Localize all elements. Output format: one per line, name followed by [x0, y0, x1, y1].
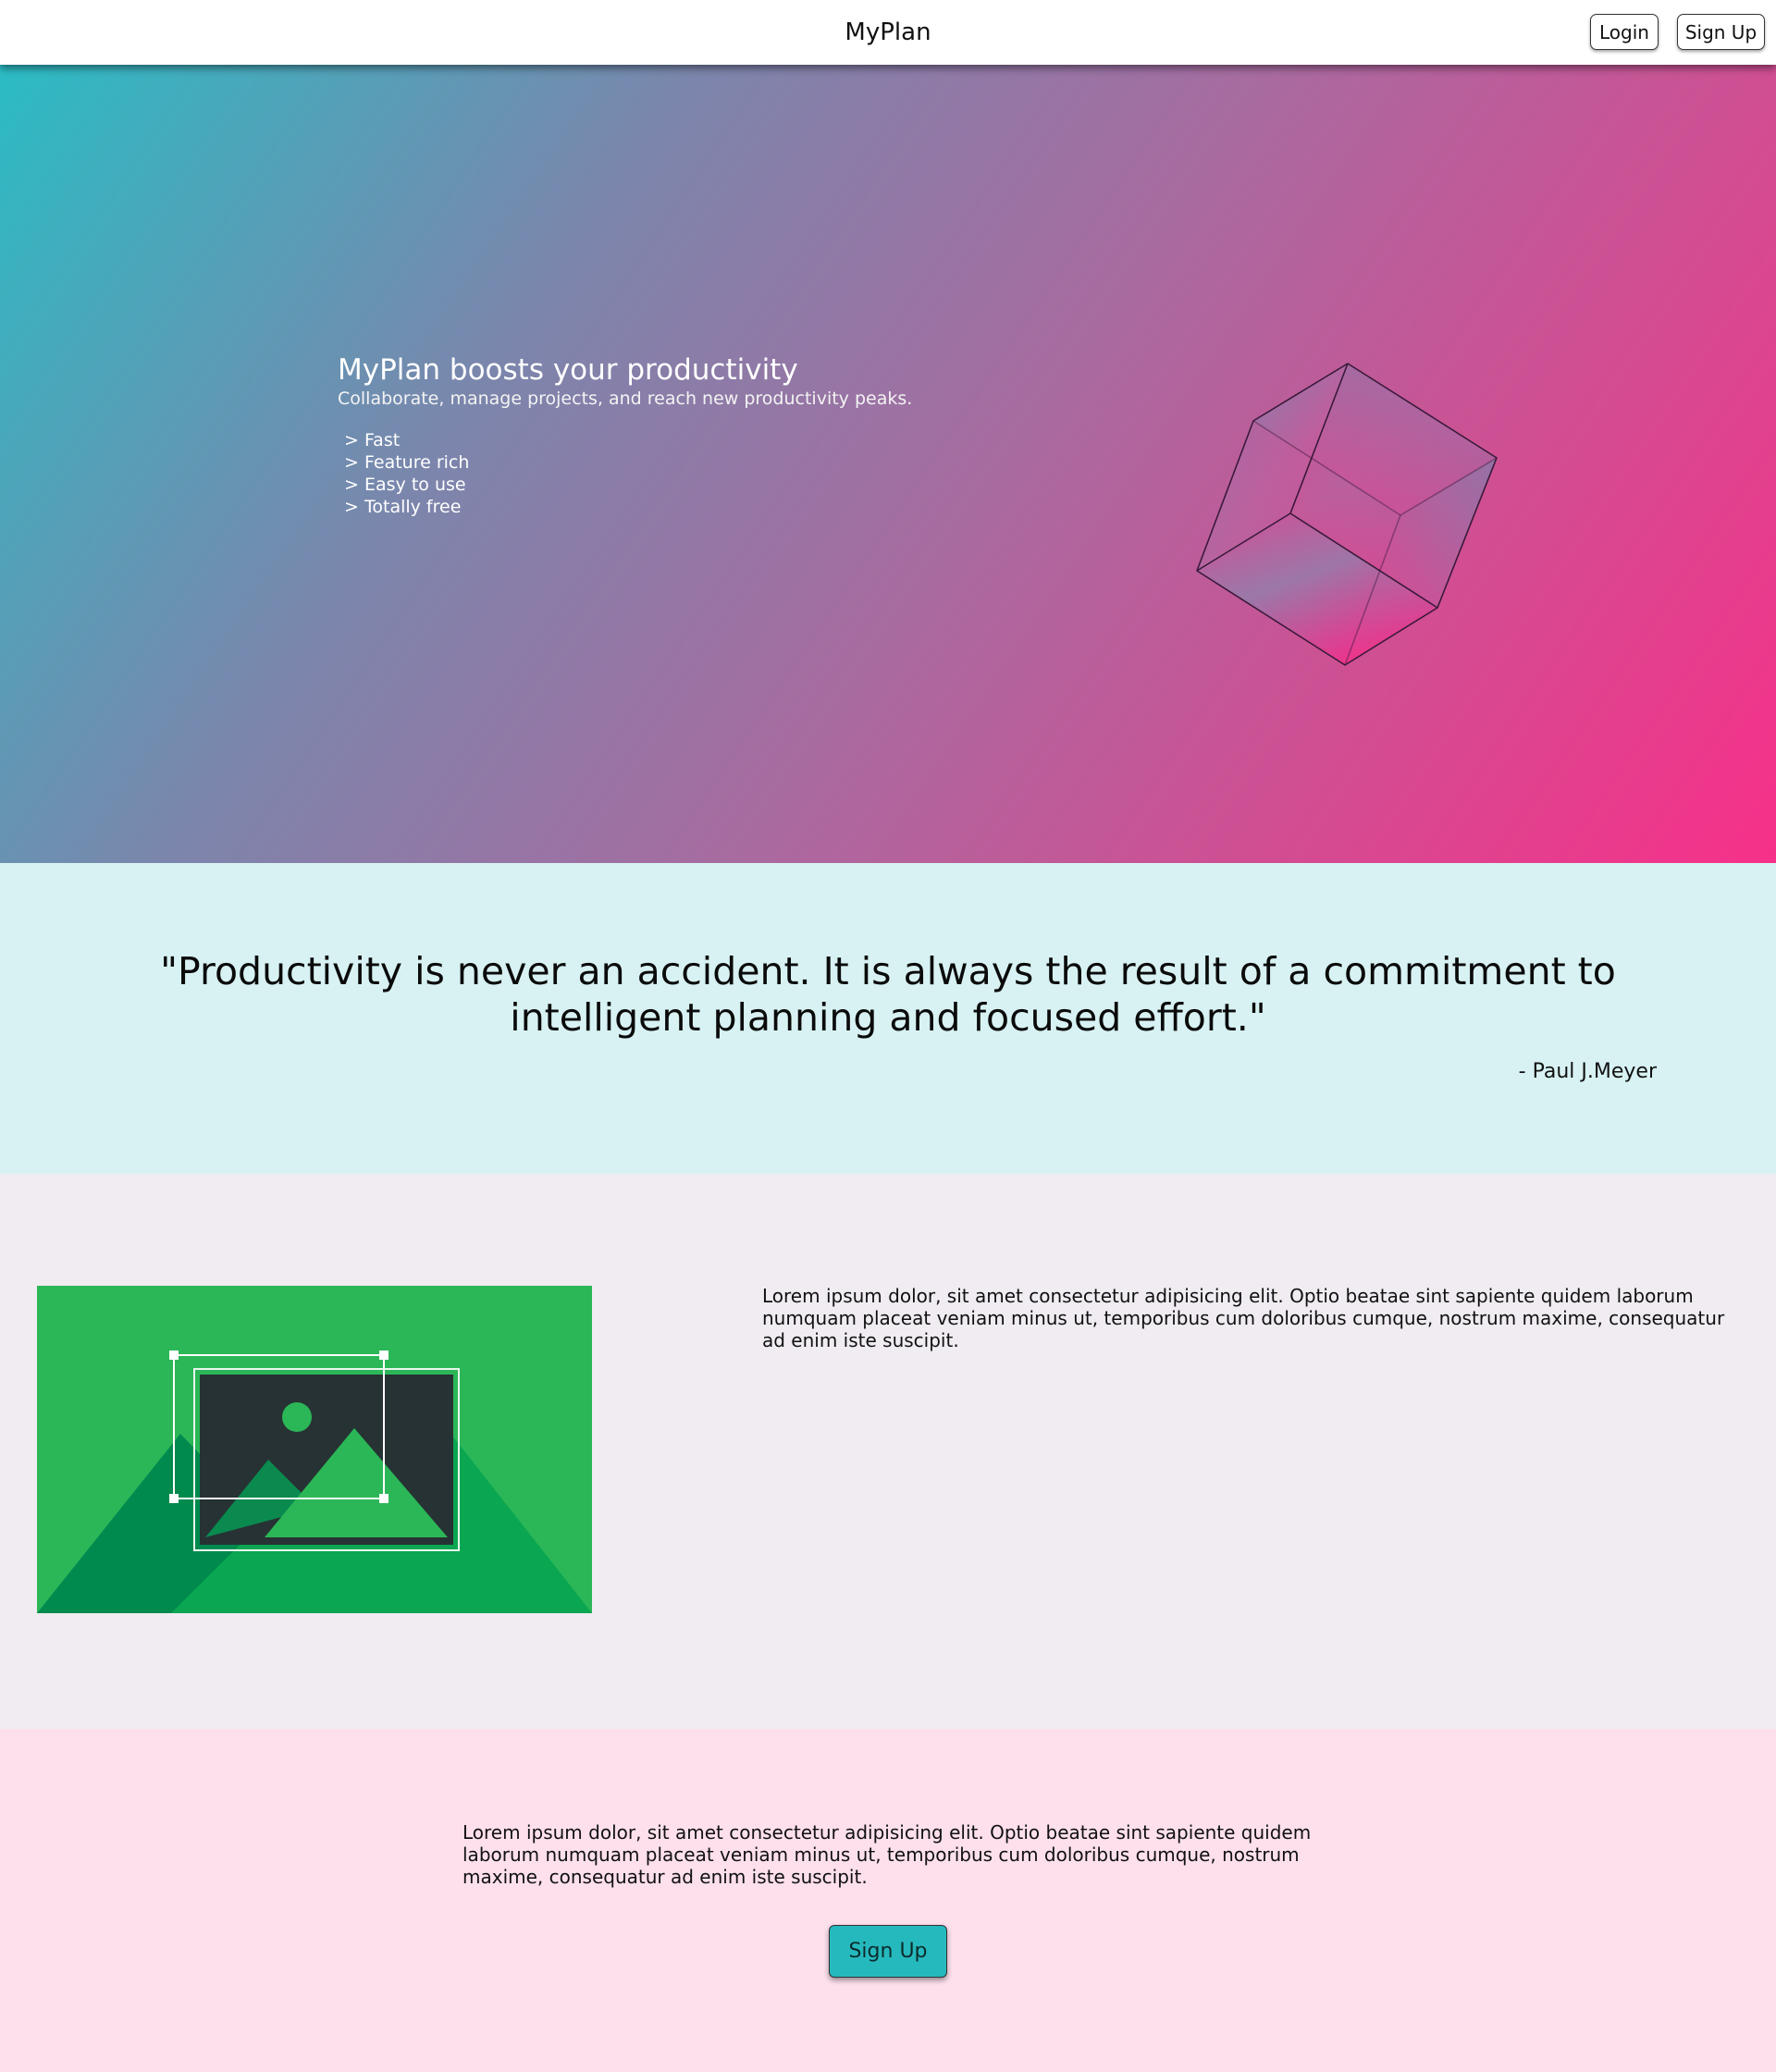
image-crop-illustration — [37, 1286, 592, 1613]
brand-logo[interactable]: MyPlan — [0, 0, 1776, 65]
feature-label: Totally free — [364, 497, 462, 517]
quote-section: "Productivity is never an accident. It i… — [0, 863, 1776, 1174]
feature-section: Lorem ipsum dolor, sit amet consectetur … — [0, 1174, 1776, 1729]
chevron-right-icon: > — [344, 452, 359, 473]
hero-section: MyPlan boosts your productivity Collabor… — [0, 65, 1776, 863]
feature-label: Easy to use — [364, 475, 466, 495]
signup-button-cta[interactable]: Sign Up — [829, 1925, 947, 1978]
hero-title: MyPlan boosts your productivity — [338, 353, 798, 387]
cta-description: Lorem ipsum dolor, sit amet consectetur … — [462, 1821, 1312, 1888]
signup-button-header[interactable]: Sign Up — [1677, 14, 1765, 50]
chevron-right-icon: > — [344, 497, 359, 517]
top-nav: MyPlan Login Sign Up — [0, 0, 1776, 65]
quote-author: - Paul J.Meyer — [1518, 1060, 1657, 1083]
quote-text: "Productivity is never an accident. It i… — [160, 949, 1616, 1040]
feature-description: Lorem ipsum dolor, sit amet consectetur … — [762, 1285, 1725, 1351]
cta-section: Lorem ipsum dolor, sit amet consectetur … — [0, 1729, 1776, 2072]
hero-subtitle: Collaborate, manage projects, and reach … — [338, 388, 913, 409]
feature-item: > Fast — [344, 429, 469, 451]
feature-list: > Fast > Feature rich > Easy to use > Totall… — [344, 429, 469, 518]
feature-label: Feature rich — [364, 452, 470, 473]
cube-icon — [1196, 363, 1498, 666]
feature-item: > Feature rich — [344, 451, 469, 474]
feature-label: Fast — [364, 430, 401, 450]
chevron-right-icon: > — [344, 430, 359, 450]
chevron-right-icon: > — [344, 475, 359, 495]
login-button[interactable]: Login — [1590, 14, 1659, 50]
feature-item: > Totally free — [344, 496, 469, 518]
feature-item: > Easy to use — [344, 474, 469, 496]
